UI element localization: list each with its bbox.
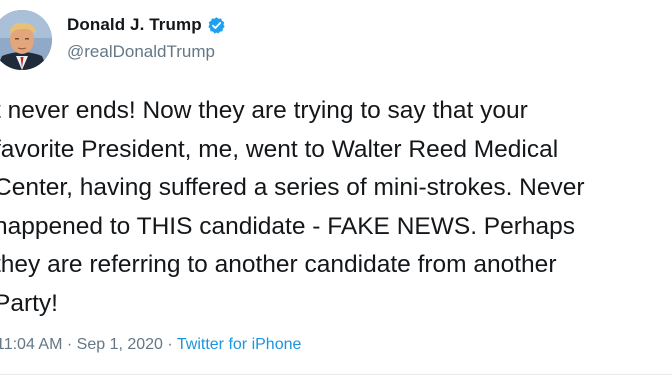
author-handle[interactable]: @realDonaldTrump (67, 42, 215, 62)
meta-separator: · (167, 336, 173, 353)
tweet-time[interactable]: 11:04 AM (0, 336, 62, 353)
tweet-metadata: 11:04 AM · Sep 1, 2020 · Twitter for iPh… (0, 336, 301, 354)
author-name-row: Donald J. Trump (67, 15, 226, 35)
author-display-name[interactable]: Donald J. Trump (67, 15, 202, 35)
tweet-text: t never ends! Now they are trying to say… (0, 97, 585, 317)
tweet-source-link[interactable]: Twitter for iPhone (177, 336, 302, 353)
tweet-card: Donald J. Trump @realDonaldTrump t never… (0, 0, 672, 378)
verified-badge-icon (208, 16, 225, 34)
meta-separator: · (66, 336, 73, 353)
tweet-date[interactable]: Sep 1, 2020 (77, 336, 163, 353)
profile-photo-icon (0, 10, 52, 70)
author-avatar[interactable] (0, 10, 52, 70)
bottom-divider (0, 374, 672, 375)
